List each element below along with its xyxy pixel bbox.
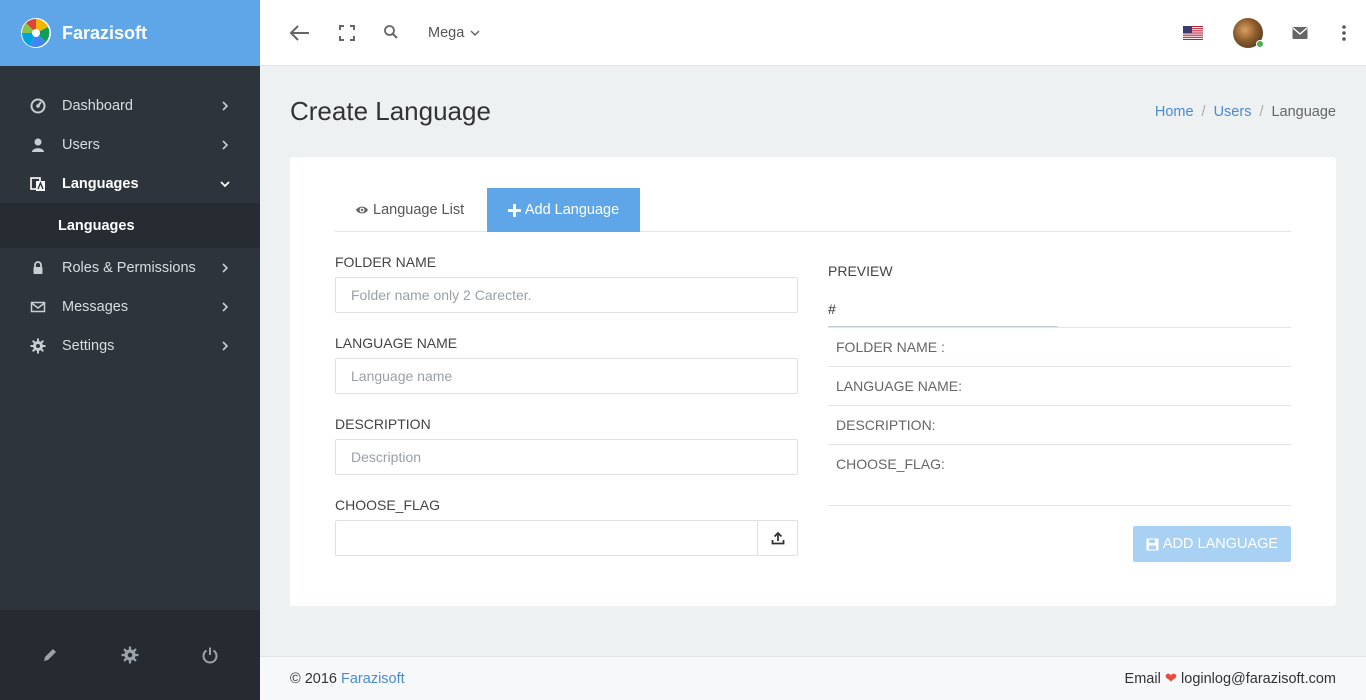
preview-hash-header: # <box>828 292 1058 327</box>
gear-icon <box>121 646 139 664</box>
more-vertical-icon <box>1342 25 1346 41</box>
copyright-text: © 2016 <box>290 670 337 687</box>
breadcrumb-separator: / <box>1201 104 1206 120</box>
description-label: DESCRIPTION <box>335 416 431 432</box>
plus-icon <box>507 203 521 217</box>
envelope-icon <box>1292 27 1308 39</box>
back-button[interactable] <box>288 21 312 45</box>
logout-button[interactable] <box>190 635 230 675</box>
preview-title: PREVIEW <box>828 263 893 279</box>
sidebar-item-settings[interactable]: Settings <box>0 326 260 365</box>
breadcrumb: Home / Users / Language <box>1155 104 1336 120</box>
sidebar-item-messages[interactable]: Messages <box>0 287 260 326</box>
sidebar-item-label: Languages <box>62 175 139 192</box>
sidebar-item-roles-permissions[interactable]: Roles & Permissions <box>0 248 260 287</box>
save-icon <box>1146 538 1159 550</box>
preview-description: DESCRIPTION: <box>828 405 1291 444</box>
breadcrumb-separator: / <box>1259 104 1264 120</box>
choose-flag-label: CHOOSE_FLAG <box>335 497 441 513</box>
create-language-card: Language List Add Language FOLDER NAME L… <box>290 157 1336 606</box>
lock-icon <box>30 260 46 276</box>
breadcrumb-users[interactable]: Users <box>1214 104 1252 120</box>
envelope-icon <box>30 299 46 315</box>
sidebar-nav: Dashboard Users Languages Languages Role… <box>0 86 260 365</box>
sidebar: Farazisoft Dashboard Users Languages Lan… <box>0 0 260 700</box>
tab-label: Language List <box>373 202 465 218</box>
tab-language-list[interactable]: Language List <box>335 188 484 232</box>
mega-menu-dropdown[interactable]: Mega <box>428 23 480 43</box>
brand-logo-icon <box>21 18 51 48</box>
preview-folder-name: FOLDER NAME : <box>828 327 1291 366</box>
sidebar-item-label: Users <box>62 136 100 153</box>
description-input[interactable] <box>335 439 798 475</box>
chevron-right-icon <box>222 100 229 111</box>
pencil-icon <box>44 649 56 661</box>
preview-choose-flag: CHOOSE_FLAG: <box>828 444 1291 483</box>
sidebar-footer <box>0 610 260 700</box>
chevron-down-icon <box>220 180 230 187</box>
choose-flag-file-input[interactable] <box>335 520 798 556</box>
email-label: Email <box>1124 670 1161 687</box>
brand[interactable]: Farazisoft <box>0 0 260 66</box>
folder-name-label: FOLDER NAME <box>335 254 437 270</box>
add-language-button[interactable]: ADD LANGUAGE <box>1133 526 1291 562</box>
chevron-right-icon <box>222 262 229 273</box>
more-menu-button[interactable] <box>1334 23 1354 43</box>
search-icon <box>384 25 398 39</box>
heart-icon: ❤ <box>1164 670 1177 687</box>
footer-email[interactable]: loginlog@farazisoft.com <box>1181 671 1336 687</box>
sidebar-item-dashboard[interactable]: Dashboard <box>0 86 260 125</box>
sidebar-item-label: Settings <box>62 337 115 354</box>
sidebar-item-label: Messages <box>62 298 129 315</box>
avatar[interactable] <box>1233 18 1264 48</box>
preview-language-name: LANGUAGE NAME: <box>828 366 1291 405</box>
gear-icon <box>30 338 46 354</box>
add-language-button-label: ADD LANGUAGE <box>1162 536 1279 552</box>
settings-button[interactable] <box>110 635 150 675</box>
breadcrumb-home[interactable]: Home <box>1155 104 1194 120</box>
page-title: Create Language <box>290 96 491 126</box>
sidebar-item-label: Roles & Permissions <box>62 259 196 276</box>
mega-menu-label: Mega <box>428 25 465 41</box>
chevron-right-icon <box>222 301 229 312</box>
fullscreen-icon <box>339 25 355 41</box>
sidebar-item-users[interactable]: Users <box>0 125 260 164</box>
online-status-dot <box>1256 40 1264 48</box>
edit-button[interactable] <box>30 635 70 675</box>
preview-divider <box>828 505 1291 506</box>
chevron-right-icon <box>222 139 229 150</box>
language-icon <box>30 176 46 192</box>
folder-name-input[interactable] <box>335 277 798 313</box>
brand-name: Farazisoft <box>62 22 148 43</box>
upload-icon <box>771 531 784 545</box>
fullscreen-button[interactable] <box>337 23 357 43</box>
search-button[interactable] <box>382 23 400 41</box>
footer-contact: Email ❤ loginlog@farazisoft.com <box>1125 671 1336 687</box>
language-name-input[interactable] <box>335 358 798 394</box>
sidebar-item-label: Dashboard <box>62 97 133 114</box>
language-name-label: LANGUAGE NAME <box>335 335 458 351</box>
footer-copyright: © 2016 Farazisoft <box>290 671 405 687</box>
sidebar-item-languages[interactable]: Languages <box>0 164 260 203</box>
upload-button[interactable] <box>757 521 797 555</box>
footer: © 2016 Farazisoft Email ❤ loginlog@faraz… <box>260 656 1366 700</box>
chevron-down-icon <box>470 30 480 37</box>
tab-add-language[interactable]: Add Language <box>487 188 640 232</box>
language-flag-button[interactable] <box>1183 26 1203 40</box>
us-flag-icon <box>1183 26 1203 40</box>
tabs: Language List Add Language <box>335 188 1291 232</box>
tab-label: Add Language <box>524 202 620 218</box>
topbar: Mega <box>260 0 1366 66</box>
breadcrumb-current: Language <box>1271 104 1336 120</box>
eye-icon <box>355 204 369 216</box>
arrow-left-icon <box>289 25 309 41</box>
sidebar-subitem-languages[interactable]: Languages <box>0 203 260 248</box>
user-icon <box>30 137 46 153</box>
footer-company-link[interactable]: Farazisoft <box>341 671 405 687</box>
chevron-right-icon <box>222 340 229 351</box>
power-icon <box>202 647 218 664</box>
dashboard-icon <box>30 98 46 114</box>
messages-button[interactable] <box>1291 24 1309 42</box>
